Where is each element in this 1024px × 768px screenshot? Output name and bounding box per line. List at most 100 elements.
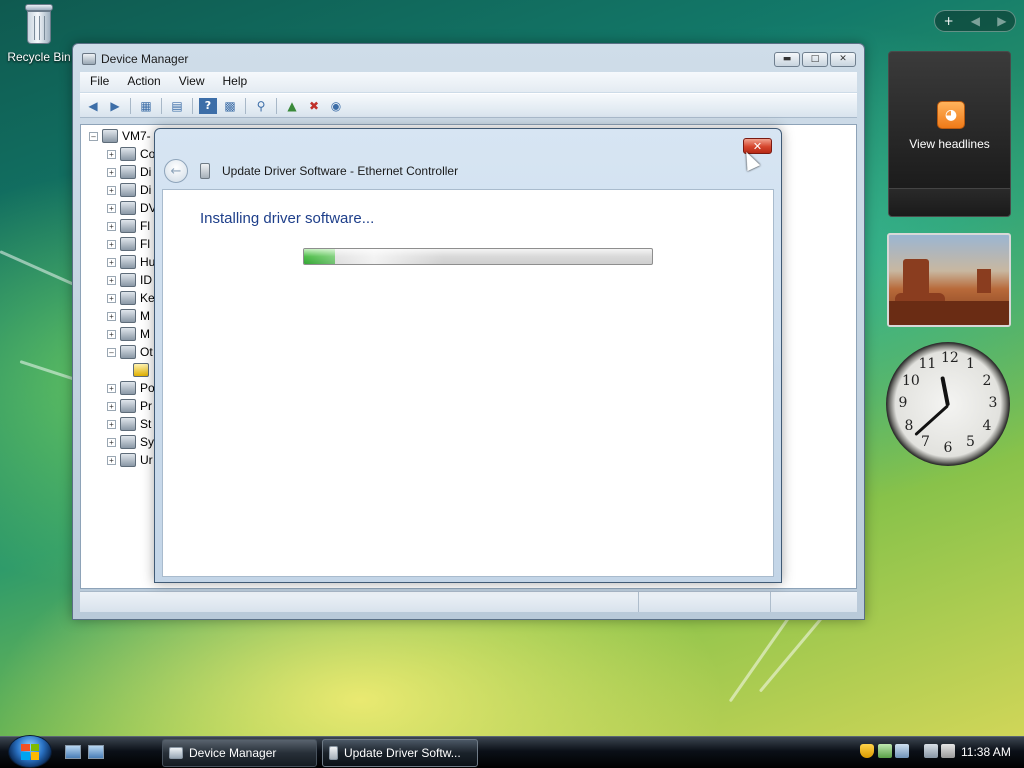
- action-pane-icon[interactable]: ▩: [221, 98, 239, 114]
- update-driver-icon[interactable]: ▲: [283, 98, 301, 114]
- close-button[interactable]: ✕: [830, 52, 856, 67]
- expand-toggle[interactable]: +: [107, 167, 116, 177]
- clock-number: 1: [966, 356, 975, 373]
- clock-number: 2: [982, 372, 992, 389]
- tree-root[interactable]: – VM7-: [89, 127, 151, 145]
- maximize-button[interactable]: □: [802, 52, 828, 67]
- install-progress-bar: [303, 248, 653, 265]
- tree-item-label: Ke: [140, 291, 155, 305]
- expand-toggle[interactable]: +: [107, 293, 116, 303]
- menu-action[interactable]: Action: [117, 72, 168, 92]
- clock-gadget[interactable]: 12 1 2 3 4 5 6 7 8 9 10 11: [886, 342, 1010, 466]
- tree-item-label: Pr: [140, 399, 152, 413]
- device-category-icon: [120, 183, 136, 197]
- tree-item[interactable]: + Fl: [107, 235, 150, 253]
- expand-toggle[interactable]: +: [107, 455, 116, 465]
- clock-number: 8: [904, 417, 914, 434]
- tree-item[interactable]: + Co: [107, 145, 155, 163]
- previous-page-icon[interactable]: ◀: [971, 14, 980, 28]
- security-shield-icon[interactable]: [860, 744, 874, 758]
- feed-headlines-gadget[interactable]: ◕ View headlines: [888, 51, 1011, 217]
- tree-item[interactable]: + Hu: [107, 253, 155, 271]
- tree-item[interactable]: + ID: [107, 271, 152, 289]
- expand-toggle[interactable]: +: [107, 257, 116, 267]
- tree-item-label: Fl: [140, 219, 150, 233]
- tree-item[interactable]: + DV: [107, 199, 157, 217]
- device-category-icon: [120, 165, 136, 179]
- tree-item[interactable]: + Di: [107, 163, 151, 181]
- expand-toggle[interactable]: +: [107, 275, 116, 285]
- taskbar-button-device-manager[interactable]: Device Manager: [162, 739, 317, 767]
- toolbar-separator: [130, 97, 131, 114]
- tree-item-label: M: [140, 309, 150, 323]
- tree-item[interactable]: + St: [107, 415, 151, 433]
- tree-item-label: ID: [140, 273, 152, 287]
- clock-number: 12: [941, 350, 959, 366]
- menu-help[interactable]: Help: [213, 72, 256, 92]
- tree-item[interactable]: + Ur: [107, 451, 153, 469]
- tree-item[interactable]: + Sy: [107, 433, 154, 451]
- switch-windows-icon[interactable]: [88, 745, 104, 759]
- show-desktop-icon[interactable]: [65, 745, 81, 759]
- disable-device-icon[interactable]: ◉: [327, 98, 345, 114]
- add-gadget-icon[interactable]: +: [944, 14, 954, 28]
- collapse-toggle[interactable]: –: [107, 347, 116, 357]
- recycle-bin[interactable]: Recycle Bin: [4, 2, 74, 64]
- tree-item[interactable]: + Pr: [107, 397, 152, 415]
- collapse-toggle[interactable]: –: [89, 131, 98, 141]
- start-button[interactable]: [8, 735, 52, 768]
- next-page-icon[interactable]: ▶: [997, 14, 1006, 28]
- show-hide-console-tree-icon[interactable]: ▦: [137, 98, 155, 114]
- expand-toggle[interactable]: +: [107, 221, 116, 231]
- device-manager-icon: [169, 747, 183, 759]
- expand-toggle[interactable]: +: [107, 437, 116, 447]
- uninstall-icon[interactable]: ✖: [305, 98, 323, 114]
- status-bar: [80, 591, 857, 612]
- tree-item[interactable]: + Po: [107, 379, 155, 397]
- expand-toggle[interactable]: +: [107, 239, 116, 249]
- back-arrow-icon[interactable]: ◀: [84, 98, 102, 114]
- expand-toggle[interactable]: +: [107, 383, 116, 393]
- expand-toggle[interactable]: +: [107, 401, 116, 411]
- update-driver-icon: [329, 746, 338, 760]
- slideshow-gadget[interactable]: [887, 233, 1011, 327]
- expand-toggle[interactable]: +: [107, 203, 116, 213]
- tree-item[interactable]: + Di: [107, 181, 151, 199]
- clock-minute-hand: [914, 404, 950, 437]
- tree-item[interactable]: – Ot: [107, 343, 153, 361]
- tree-item[interactable]: + Ke: [107, 289, 155, 307]
- safely-remove-hardware-icon[interactable]: [878, 744, 892, 758]
- network-icon[interactable]: [895, 744, 909, 758]
- tree-item[interactable]: [133, 361, 153, 379]
- clock-number: 6: [943, 440, 953, 456]
- progress-sheen: [304, 249, 444, 264]
- device-category-icon: [120, 201, 136, 215]
- tree-item-label: St: [140, 417, 152, 431]
- expand-toggle[interactable]: +: [107, 149, 116, 159]
- menu-file[interactable]: File: [80, 72, 117, 92]
- expand-toggle[interactable]: +: [107, 329, 116, 339]
- tree-item-label: Ur: [140, 453, 153, 467]
- help-icon[interactable]: ?: [199, 97, 217, 114]
- minimize-button[interactable]: ▬: [774, 52, 800, 67]
- feed-label[interactable]: View headlines: [889, 137, 1010, 151]
- clock-hour-hand: [940, 376, 950, 407]
- taskbar-clock[interactable]: 11:38 AM: [961, 745, 1011, 759]
- network-disconnected-icon[interactable]: [924, 744, 938, 758]
- expand-toggle[interactable]: +: [107, 185, 116, 195]
- tree-item[interactable]: + M: [107, 307, 150, 325]
- scan-hardware-icon[interactable]: ⚲: [252, 98, 270, 114]
- properties-icon[interactable]: ▤: [168, 98, 186, 114]
- expand-toggle[interactable]: +: [107, 419, 116, 429]
- forward-arrow-icon[interactable]: ▶: [106, 98, 124, 114]
- taskbar-button-update-driver[interactable]: Update Driver Softw...: [322, 739, 478, 767]
- expand-toggle[interactable]: +: [107, 311, 116, 321]
- back-button[interactable]: ←: [164, 159, 188, 183]
- network-adapter-icon: [200, 163, 210, 179]
- tree-item[interactable]: + M: [107, 325, 150, 343]
- device-category-icon: [120, 147, 136, 161]
- tree-item[interactable]: + Fl: [107, 217, 150, 235]
- menu-view[interactable]: View: [169, 72, 213, 92]
- device-category-icon: [120, 399, 136, 413]
- volume-muted-icon[interactable]: [941, 744, 955, 758]
